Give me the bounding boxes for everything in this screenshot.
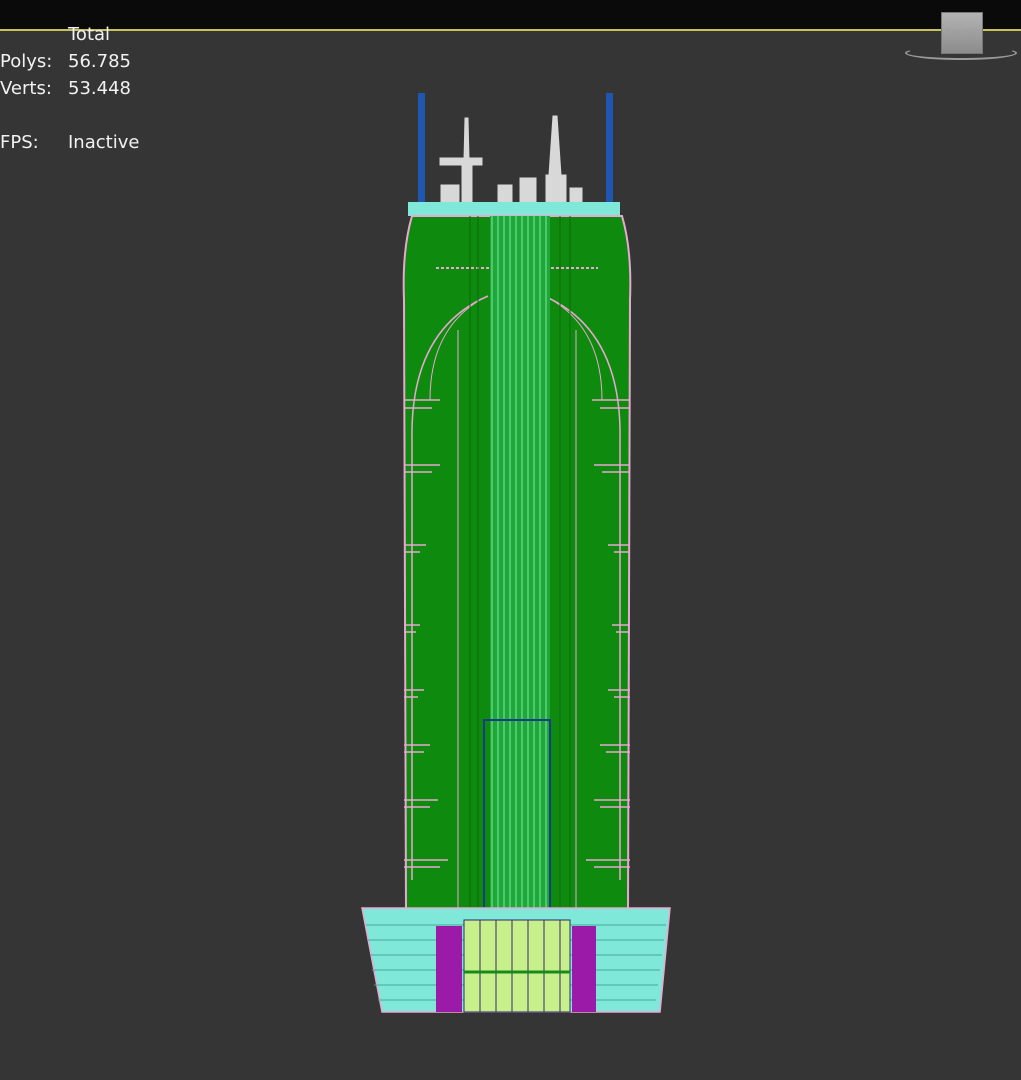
- left-magenta-column: [436, 926, 462, 1012]
- right-blue-mast: [606, 93, 613, 205]
- roof-slab: [408, 202, 620, 216]
- right-magenta-column: [572, 926, 596, 1012]
- rooftop-equipment: [439, 115, 583, 206]
- left-blue-mast: [418, 93, 425, 205]
- tower-wireframe-model[interactable]: [0, 0, 1021, 1080]
